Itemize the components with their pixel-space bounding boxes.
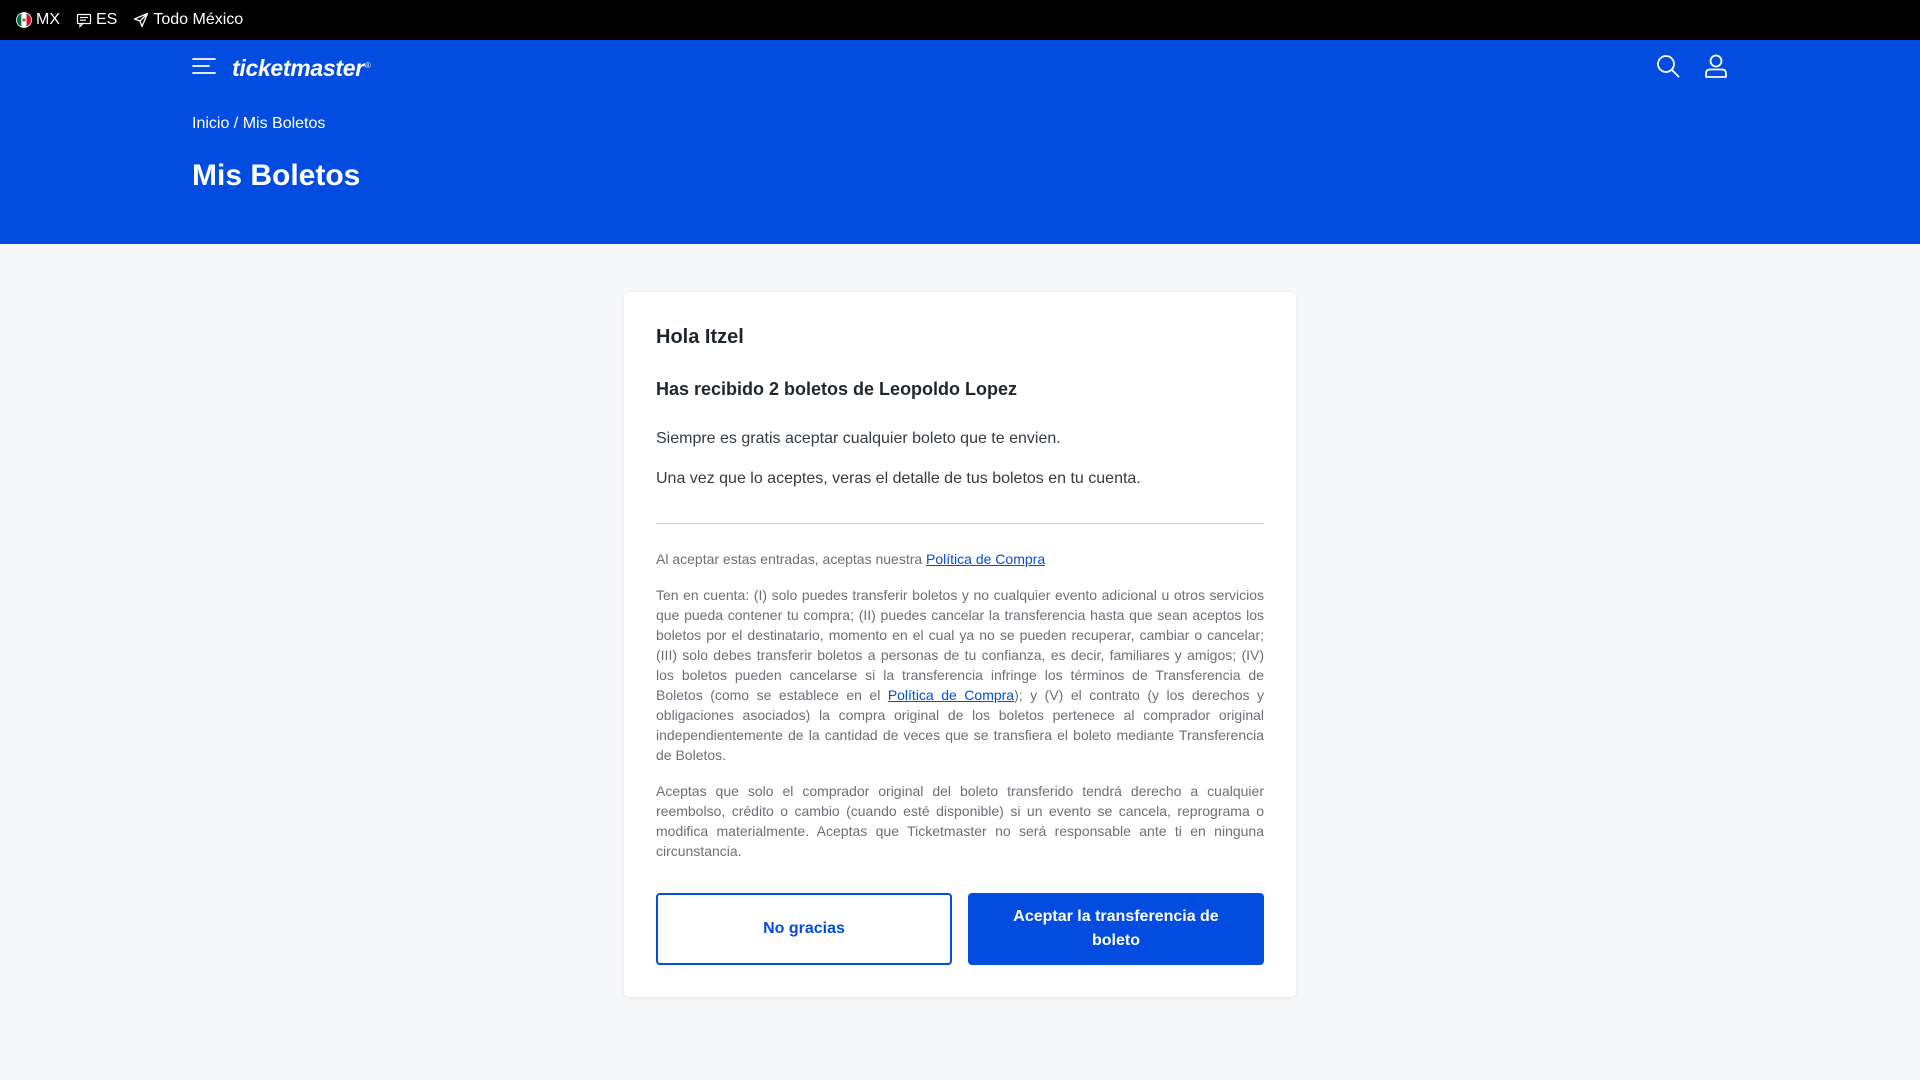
- logo-text: ticketmaster: [232, 54, 364, 81]
- breadcrumb: Inicio / Mis Boletos: [192, 115, 325, 133]
- mexico-flag-icon: [16, 12, 32, 28]
- decline-button[interactable]: No gracias: [656, 893, 952, 965]
- user-icon[interactable]: [1704, 54, 1728, 83]
- logo-mark: ®: [364, 60, 371, 70]
- free-accept-text: Siempre es gratis aceptar cualquier bole…: [656, 430, 1061, 447]
- terms-notes-part1: Ten en cuenta: (I) solo puedes transferi…: [656, 587, 1264, 703]
- breadcrumb-home-link[interactable]: Inicio: [192, 115, 229, 132]
- purchase-policy-link-inline[interactable]: Política de Compra: [888, 687, 1014, 703]
- location-arrow-icon: [133, 12, 149, 28]
- menu-icon[interactable]: [192, 54, 216, 83]
- page-title: Mis Boletos: [192, 159, 361, 192]
- language-selector[interactable]: ES: [76, 11, 117, 29]
- top-bar: MX ES Todo México: [0, 0, 1920, 40]
- action-buttons: No gracias Aceptar la transferencia de b…: [656, 893, 1264, 965]
- terms-intro: Al aceptar estas entradas, aceptas nuest…: [656, 549, 1264, 569]
- divider: [656, 523, 1264, 524]
- country-selector[interactable]: MX: [16, 11, 60, 29]
- breadcrumb-separator: /: [229, 115, 243, 132]
- location-label: Todo México: [153, 11, 244, 28]
- chat-icon: [76, 12, 92, 28]
- terms-notes: Ten en cuenta: (I) solo puedes transferi…: [656, 585, 1264, 765]
- transfer-card: Hola Itzel Has recibido 2 boletos de Leo…: [624, 292, 1296, 997]
- search-icon[interactable]: [1656, 54, 1680, 83]
- location-selector[interactable]: Todo México: [133, 11, 243, 29]
- country-label: MX: [36, 11, 60, 28]
- language-label: ES: [96, 11, 118, 28]
- greeting: Hola Itzel: [656, 326, 744, 348]
- ticketmaster-logo[interactable]: ticketmaster®: [232, 55, 371, 82]
- main-nav: ticketmaster®: [192, 40, 1728, 96]
- purchase-policy-link[interactable]: Política de Compra: [926, 551, 1045, 567]
- terms-intro-text: Al aceptar estas entradas, aceptas nuest…: [656, 551, 927, 567]
- account-detail-text: Una vez que lo aceptes, veras el detalle…: [656, 470, 1141, 487]
- breadcrumb-current: Mis Boletos: [242, 115, 326, 132]
- page-header: ticketmaster® Inicio / Mis Boletos Mis B…: [0, 40, 1920, 244]
- accept-transfer-button[interactable]: Aceptar la transferencia de boleto: [968, 893, 1264, 965]
- received-heading: Has recibido 2 boletos de Leopoldo Lopez: [656, 379, 1018, 399]
- refund-terms: Aceptas que solo el comprador original d…: [656, 783, 1264, 859]
